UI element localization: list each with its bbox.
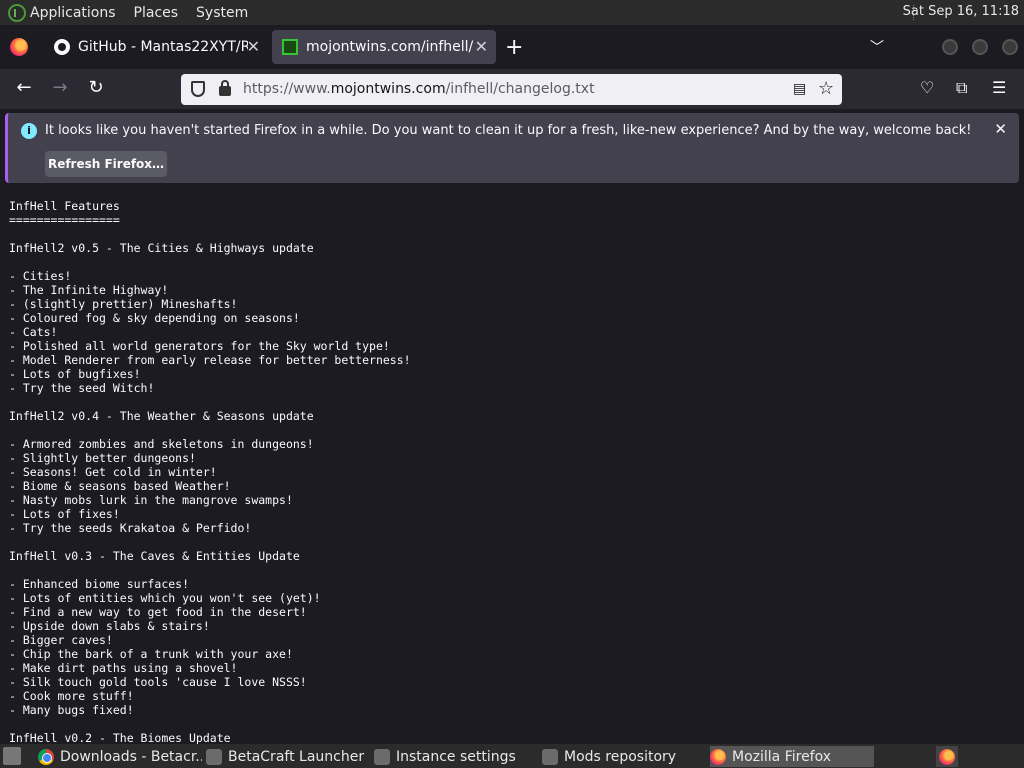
url-text[interactable]: https://www.mojontwins.com/infhell/chang… [243, 81, 595, 97]
forward-icon[interactable]: → [48, 77, 72, 98]
taskbar-item-label: Downloads - Betacr... [60, 748, 202, 765]
firefox-view-icon[interactable] [10, 38, 28, 56]
notification-message: It looks like you haven't started Firefo… [45, 123, 972, 138]
taskbar-item-instance-settings[interactable]: Instance settings [374, 746, 538, 767]
taskbar-item-downloads[interactable]: Downloads - Betacr... [38, 746, 202, 767]
close-tab-icon[interactable]: ✕ [475, 37, 488, 56]
chrome-icon [38, 748, 54, 765]
close-window-icon[interactable] [1002, 39, 1018, 55]
top-panel: Applications Places System Sat Sep 16, 1… [0, 0, 1024, 25]
close-notification-icon[interactable]: ✕ [994, 120, 1007, 138]
show-desktop-icon[interactable] [3, 747, 21, 765]
applications-menu[interactable]: Applications [30, 5, 116, 21]
notification-bar: i It looks like you haven't started Fire… [5, 113, 1019, 183]
tab-github[interactable]: GitHub - Mantas22XYT/RDS ✕ [44, 30, 268, 64]
java-icon [206, 748, 222, 765]
taskbar-item-label: BetaCraft Launcher ... [228, 748, 370, 765]
chevron-down-icon[interactable]: ﹀ [870, 37, 884, 57]
taskbar-item-label: Instance settings [396, 748, 516, 765]
java-icon [542, 748, 558, 765]
menu-icon[interactable]: ☰ [992, 78, 1006, 97]
bookmark-star-icon[interactable]: ☆ [818, 78, 834, 99]
changelog-text: InfHell Features ================ InfHel… [9, 199, 411, 744]
os-logo-icon[interactable] [8, 3, 26, 22]
url-path: /infhell/changelog.txt [445, 81, 595, 97]
shield-icon[interactable] [191, 81, 205, 97]
info-icon: i [21, 123, 37, 139]
github-icon [54, 39, 70, 55]
url-domain: mojontwins.com [330, 81, 446, 97]
clock[interactable]: Sat Sep 16, 11:18 [903, 4, 1019, 19]
maximize-window-icon[interactable] [972, 39, 988, 55]
new-tab-icon[interactable]: + [505, 35, 523, 60]
back-icon[interactable]: ← [12, 77, 36, 98]
reload-icon[interactable]: ↻ [84, 77, 108, 98]
taskbar: Downloads - Betacr... BetaCraft Launcher… [0, 744, 1024, 768]
url-prefix: https://www. [243, 81, 331, 97]
workspace-switcher[interactable] [936, 746, 958, 767]
nav-toolbar: ← → ↻ https://www.mojontwins.com/infhell… [0, 69, 1024, 109]
pocket-icon[interactable]: ♡ [920, 78, 934, 97]
page-content: InfHell Features ================ InfHel… [0, 188, 1024, 744]
taskbar-item-betacraft[interactable]: BetaCraft Launcher ... [206, 746, 370, 767]
taskbar-item-mods-repository[interactable]: Mods repository [542, 746, 706, 767]
firefox-icon [939, 748, 955, 765]
taskbar-item-label: Mozilla Firefox [732, 748, 832, 765]
firefox-icon [710, 748, 726, 765]
taskbar-item-firefox[interactable]: Mozilla Firefox [710, 746, 874, 767]
minimize-window-icon[interactable] [942, 39, 958, 55]
reader-view-icon[interactable]: ▤ [793, 81, 806, 97]
places-menu[interactable]: Places [134, 5, 179, 21]
close-tab-icon[interactable]: ✕ [247, 37, 260, 56]
tab-strip: GitHub - Mantas22XYT/RDS ✕ mojontwins.co… [0, 25, 1024, 69]
tab-label: mojontwins.com/infhell/ [306, 39, 474, 55]
system-menu[interactable]: System [196, 5, 248, 21]
tab-mojontwins[interactable]: mojontwins.com/infhell/ ✕ [272, 30, 496, 64]
java-icon [374, 748, 390, 765]
extensions-icon[interactable]: ⧉ [956, 78, 967, 98]
mojontwins-icon [282, 39, 298, 55]
refresh-firefox-button[interactable]: Refresh Firefox… [45, 151, 167, 177]
taskbar-item-label: Mods repository [564, 748, 677, 765]
lock-icon[interactable] [219, 80, 231, 96]
tab-label: GitHub - Mantas22XYT/RDS [78, 39, 248, 55]
url-bar[interactable]: https://www.mojontwins.com/infhell/chang… [181, 74, 842, 105]
